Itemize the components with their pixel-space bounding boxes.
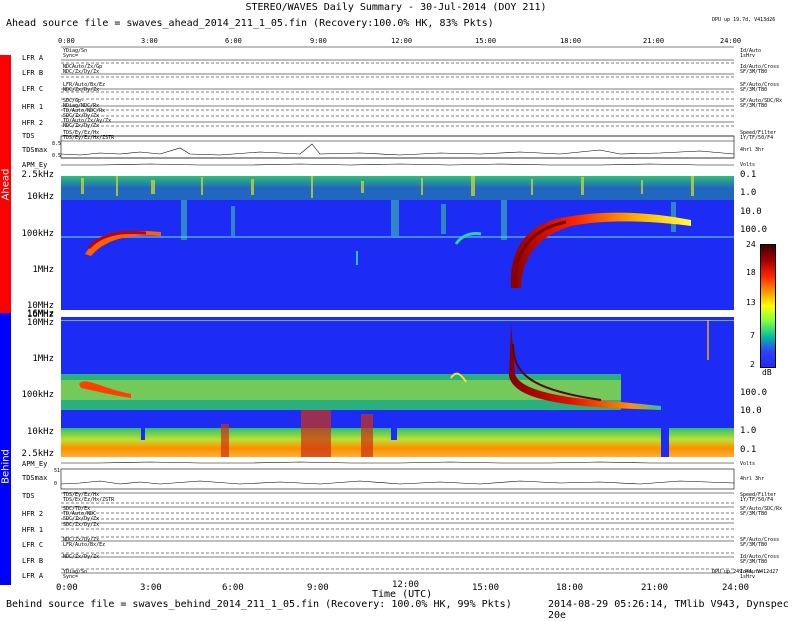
ahead-freq-label: 1MHz: [32, 265, 54, 275]
colorbar-tick: 13: [746, 298, 756, 307]
colorbar-tick: 18: [746, 268, 756, 277]
ahead-channel-hfr-1: HFR 1: [22, 103, 44, 111]
right-row-note: SF/3M/TB0: [740, 542, 768, 548]
right-row-note: SF/3M/TB0: [740, 87, 768, 93]
behind-channel-hfr-1: HFR 1: [22, 526, 44, 534]
ahead-housekeeping-lines: [60, 46, 735, 166]
right-row-note: 4hrl 3hr: [740, 147, 765, 153]
ahead-right-label: 100.0: [740, 225, 768, 235]
ahead-row-note: Sync=: [63, 53, 79, 59]
ahead-row-note: TDS/Ey/Ez/Hx/ZSTR: [63, 135, 115, 141]
behind-right-label: 0.1: [740, 445, 757, 455]
time-tick: 6:00: [222, 583, 244, 593]
ahead-row-note: NDC/Zx/Dy/Zx: [63, 87, 100, 93]
colorbar: [760, 244, 776, 368]
behind-freq-label: 10kHz: [26, 427, 54, 437]
behind-channel-apm-ey: APM_Ey: [22, 460, 48, 468]
ahead-spectrogram-image: [61, 176, 734, 313]
time-tick: 21:00: [641, 583, 669, 593]
right-row-note: SF/3M/TB0: [740, 559, 768, 565]
right-row-note: 4hrl 3hr: [740, 476, 765, 482]
ahead-channel-lfr-a: LFR A: [22, 54, 44, 62]
behind-channel-hfr-2: HFR 2: [22, 510, 44, 518]
tdsmax-axis-bottom: 0: [54, 481, 58, 487]
behind-row-note: TDS/Ex/Ez/Hx/ZSTR: [63, 497, 115, 503]
behind-freq-label: 100kHz: [21, 390, 54, 400]
ahead-channel-tds: TDS: [22, 132, 35, 140]
behind-freq-label: 1MHz: [32, 354, 54, 364]
behind-source-file: Behind source file = swaves_behind_2014_…: [6, 599, 512, 610]
right-row-note: Volts: [740, 162, 756, 168]
behind-channel-tdsmax: TDSmax: [22, 474, 48, 482]
right-row-note: SF/3M/TB0: [740, 69, 768, 75]
behind-freq-label: 10MHz: [26, 318, 54, 328]
ahead-channel-tdsmax: TDSmax: [22, 146, 48, 154]
ahead-freq-label: 100kHz: [21, 229, 54, 239]
behind-dpu-info: DPU up 249.4d, V412d27: [712, 569, 779, 575]
right-row-note: 1sHrv: [740, 53, 756, 59]
behind-row-note: NDC/Zx/Dy/Zx: [63, 554, 100, 560]
right-row-note: Volts: [740, 461, 756, 467]
ahead-row-note: NDC/Zx/Dy/Zx: [63, 123, 100, 129]
tds-axis-top: 8.5: [52, 141, 62, 147]
time-tick: 9:00: [307, 583, 329, 593]
page-title: STEREO/WAVES Daily Summary - 30-Jul-2014…: [245, 2, 547, 13]
footer-version: 2014-08-29 05:26:14, TMlib V943, Dynspec…: [548, 599, 789, 621]
right-row-note: SF/3M/TB0: [740, 103, 768, 109]
time-tick: 24:00: [722, 583, 750, 593]
behind-channel-lfr-c: LFR C: [22, 541, 44, 549]
tdsmax-axis-top: 51: [54, 468, 61, 474]
colorbar-tick: 24: [746, 240, 756, 249]
behind-channel-lfr-a: LFR A: [22, 572, 44, 580]
behind-right-label: 10.0: [740, 406, 762, 416]
behind-housekeeping-lines: [60, 461, 735, 574]
behind-right-label: 1.0: [740, 426, 757, 436]
right-row-note: 1Y/TF/50/F4: [740, 135, 774, 141]
ahead-right-label: 1.0: [740, 188, 757, 198]
ahead-source-file: Ahead source file = swaves_ahead_2014_21…: [6, 18, 494, 29]
ahead-right-label: 10.0: [740, 207, 762, 217]
time-tick: 3:00: [140, 583, 162, 593]
behind-channel-lfr-b: LFR B: [22, 557, 44, 565]
ahead-freq-label: 10kHz: [26, 192, 54, 202]
colorbar-tick: 7: [750, 331, 755, 340]
right-row-note: SF/3M/TB0: [740, 511, 768, 517]
tds-axis-bottom: 0.5: [52, 153, 62, 159]
colorbar-tick: 2: [750, 360, 755, 369]
ahead-right-label: 0.1: [740, 170, 757, 180]
behind-channel-tds: TDS: [22, 492, 35, 500]
behind-right-label: 100.0: [740, 388, 768, 398]
time-tick: 15:00: [472, 583, 500, 593]
time-tick: 0:00: [56, 583, 78, 593]
ahead-channel-apm-ey: APM_Ey: [22, 161, 48, 169]
ahead-channel-lfr-b: LFR B: [22, 69, 44, 77]
ahead-channel-hfr-2: HFR 2: [22, 119, 44, 127]
ahead-channel-lfr-c: LFR C: [22, 85, 44, 93]
behind-row-note: SDC/Zx/Dy/Zx: [63, 522, 100, 528]
colorbar-unit: dB: [762, 368, 772, 377]
behind-row-note: Sync=: [63, 574, 79, 580]
time-tick: 18:00: [556, 583, 584, 593]
ahead-dpu-info: DPU up 19.7d, V413d26: [712, 17, 776, 23]
behind-row-note: LFR/Auto/Bx/Ez: [63, 542, 106, 548]
right-row-note: 1Y/TF/50/F4: [740, 497, 774, 503]
behind-spectrogram-image: [61, 314, 734, 457]
behind-spectrogram: [61, 314, 734, 457]
ahead-spectrogram: [61, 176, 734, 313]
ahead-row-note: NDC/Zx/Dy/Zx: [63, 69, 100, 75]
ahead-freq-label: 2.5kHz: [21, 170, 54, 180]
